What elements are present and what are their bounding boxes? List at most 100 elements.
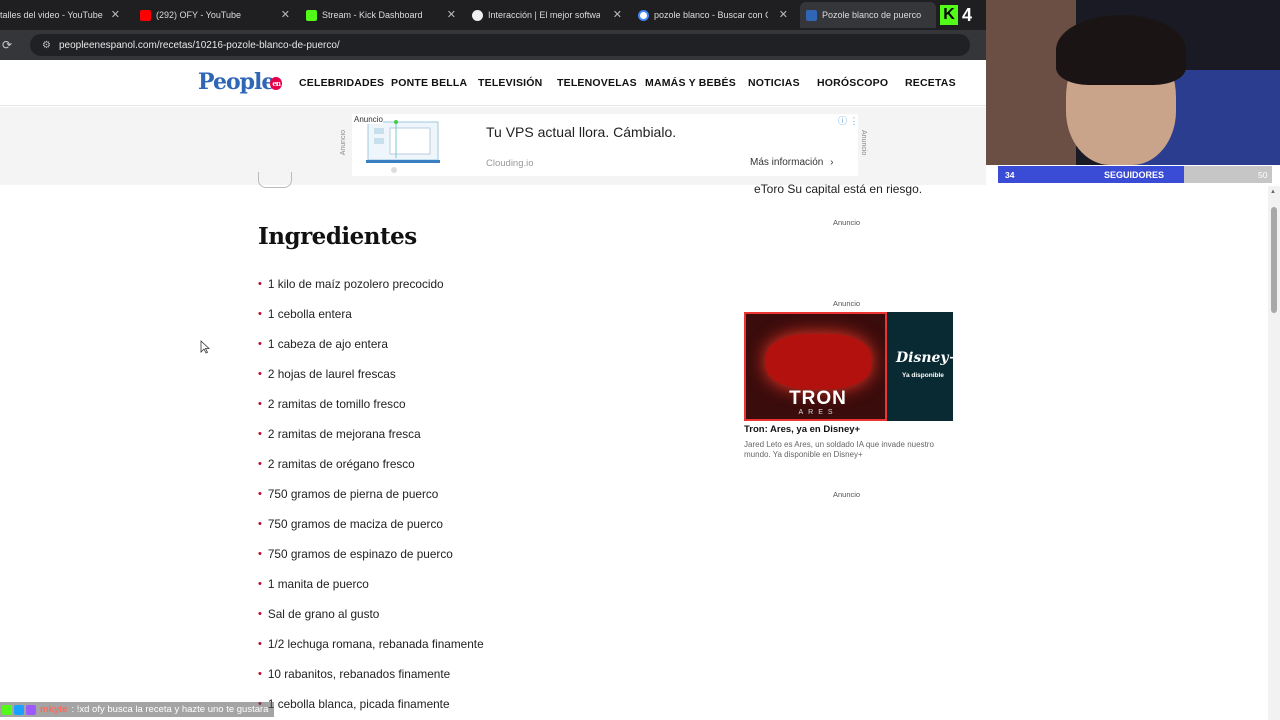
ingredient-text: 1/2 lechuga romana, rebanada finamente xyxy=(267,637,484,651)
people-icon xyxy=(806,9,817,21)
interaccion-icon xyxy=(472,9,483,21)
close-icon[interactable]: ✕ xyxy=(281,8,290,21)
ingredient-text: 1 cebolla blanca, picada finamente xyxy=(267,697,450,711)
ingredient-text: 2 ramitas de mejorana fresca xyxy=(267,427,421,441)
nav-mamas-y-bebes[interactable]: MAMÁS Y BEBÉS xyxy=(645,77,736,89)
nav-television[interactable]: TELEVISIÓN xyxy=(478,77,542,89)
promo-description: Jared Leto es Ares, un soldado IA que in… xyxy=(744,440,934,459)
kick-k-icon: K xyxy=(940,5,958,25)
bullet-icon: • xyxy=(258,368,262,380)
partial-icon xyxy=(258,172,292,188)
mouse-cursor-icon xyxy=(200,340,210,354)
ingredient-item: • 2 ramitas de mejorana fresca xyxy=(258,425,484,455)
ingredient-item: • 1 cabeza de ajo entera xyxy=(258,335,484,365)
logo-text: People xyxy=(198,69,275,95)
tron-poster: TRON ARES xyxy=(744,312,887,421)
close-icon[interactable]: ✕ xyxy=(447,8,456,21)
close-icon[interactable]: ✕ xyxy=(779,8,788,21)
tab-interaccion[interactable]: Interacción | El mejor software ✕ xyxy=(472,4,630,26)
ad-more-label: Más información xyxy=(750,157,824,168)
webcam-overlay xyxy=(986,0,1280,165)
site-header: Peopleen CELEBRIDADES PONTE BELLA TELEVI… xyxy=(0,60,986,106)
ingredient-text: 750 gramos de pierna de puerco xyxy=(267,487,439,501)
tab-title: pozole blanco - Buscar con Go xyxy=(654,10,768,20)
ingredient-text: 10 rabanitos, rebanados finamente xyxy=(267,667,451,681)
people-logo[interactable]: Peopleen xyxy=(198,69,282,95)
tab-kick-dashboard[interactable]: Stream - Kick Dashboard ✕ xyxy=(306,4,464,26)
tab-pozole-active[interactable]: Pozole blanco de puerco xyxy=(800,2,936,28)
ad-label: Anuncio xyxy=(833,299,861,308)
bullet-icon: • xyxy=(258,578,262,590)
kick-icon xyxy=(306,9,317,21)
scroll-up-arrow-icon[interactable]: ▲ xyxy=(1270,189,1276,195)
ingredient-item: • 1 manita de puerco xyxy=(258,575,484,605)
nav-ponte-bella[interactable]: PONTE BELLA xyxy=(391,77,467,89)
ingredient-text: 2 hojas de laurel frescas xyxy=(267,367,396,381)
ingredient-item: • 750 gramos de pierna de puerco xyxy=(258,485,484,515)
ingredient-item: • 1 kilo de maíz pozolero precocido xyxy=(258,275,484,305)
bullet-icon: • xyxy=(258,398,262,410)
ingredient-text: 1 cebolla entera xyxy=(267,307,352,321)
close-icon[interactable]: ✕ xyxy=(613,8,622,21)
subscriber-badge-icon xyxy=(2,704,12,715)
ad-more-info-link[interactable]: Más información › xyxy=(750,157,833,168)
ares-subtitle: ARES xyxy=(798,409,838,416)
tab-title: talles del video - YouTube St xyxy=(0,10,104,20)
ingredient-text: 1 kilo de maíz pozolero precocido xyxy=(267,277,444,291)
reload-icon[interactable]: ⟳ xyxy=(2,38,16,52)
chat-username: mkyte xyxy=(40,704,68,715)
ingredient-item: • Sal de grano al gusto xyxy=(258,605,484,635)
bullet-icon: • xyxy=(258,638,262,650)
chat-badges xyxy=(2,704,36,715)
browser-tab-bar: talles del video - YouTube St ✕ (292) OF… xyxy=(0,0,986,30)
ingredient-item: • 750 gramos de maciza de puerco xyxy=(258,515,484,545)
tab-youtube[interactable]: (292) OFY - YouTube ✕ xyxy=(140,4,298,26)
nav-noticias[interactable]: NOTICIAS xyxy=(748,77,800,89)
ad-headline[interactable]: Tu VPS actual llora. Cámbialo. xyxy=(486,124,676,140)
ad-source: Clouding.io xyxy=(486,158,534,169)
bullet-icon: • xyxy=(258,278,262,290)
ingredient-item: • 750 gramos de espinazo de puerco xyxy=(258,545,484,575)
nav-celebridades[interactable]: CELEBRIDADES xyxy=(299,77,384,89)
ingredients-heading: Ingredientes xyxy=(258,223,417,250)
tab-youtube-studio[interactable]: talles del video - YouTube St ✕ xyxy=(0,4,128,26)
tab-title: Pozole blanco de puerco xyxy=(822,10,922,20)
ingredient-text: Sal de grano al gusto xyxy=(267,607,380,621)
bullet-icon: • xyxy=(258,428,262,440)
chat-text: : !xd ofy busca la receta y hazte uno te… xyxy=(71,704,269,715)
logo-badge: en xyxy=(270,76,282,90)
ingredient-item: •1 cebolla blanca, picada finamente xyxy=(258,695,484,720)
chevron-right-icon: › xyxy=(830,157,834,168)
bullet-icon: • xyxy=(258,608,262,620)
ad-tag: Anuncio xyxy=(354,115,383,124)
ad-thumbnail xyxy=(366,120,440,173)
ad-side-label: Anuncio xyxy=(860,130,867,156)
poster-glow xyxy=(766,334,871,389)
ingredients-list: • 1 kilo de maíz pozolero precocido • 1 ceb… xyxy=(258,275,484,720)
nav-horoscopo[interactable]: HORÓSCOPO xyxy=(817,77,888,89)
url-input[interactable]: ⚙ peopleenespanol.com/recetas/10216-pozo… xyxy=(30,34,970,56)
nav-recetas[interactable]: RECETAS xyxy=(905,77,956,89)
nav-telenovelas[interactable]: TELENOVELAS xyxy=(557,77,637,89)
disney-promo-image[interactable]: TRON ARES Disney+ Ya disponible xyxy=(744,312,953,421)
disney-plus-logo: Disney+ xyxy=(896,350,953,366)
kick-logo: K 4 xyxy=(940,4,984,26)
ingredient-item: • 1/2 lechuga romana, rebanada finamente xyxy=(258,635,484,665)
ingredient-item: • 2 ramitas de orégano fresco xyxy=(258,455,484,485)
address-bar: ⟳ ⚙ peopleenespanol.com/recetas/10216-po… xyxy=(0,30,986,60)
site-info-icon[interactable]: ⚙ xyxy=(42,40,51,51)
tab-title: Interacción | El mejor software xyxy=(488,10,600,20)
close-icon[interactable]: ✕ xyxy=(111,8,120,21)
followers-label: SEGUIDORES xyxy=(1104,170,1165,180)
etoro-ad-text: eToro Su capital está en riesgo. xyxy=(754,182,923,196)
promo-title[interactable]: Tron: Ares, ya en Disney+ xyxy=(744,424,860,435)
tab-title: Stream - Kick Dashboard xyxy=(322,10,423,20)
tab-google-search[interactable]: pozole blanco - Buscar con Go ✕ xyxy=(638,4,796,26)
scrollbar-thumb[interactable] xyxy=(1271,207,1277,313)
bullet-icon: • xyxy=(258,308,262,320)
ad-side-label: Anuncio xyxy=(340,130,347,156)
ad-info-icon[interactable]: ⓘ ⋮ xyxy=(838,114,859,127)
ingredient-item: • 2 hojas de laurel frescas xyxy=(258,365,484,395)
ingredient-text: 2 ramitas de tomillo fresco xyxy=(267,397,406,411)
disney-availability: Ya disponible xyxy=(902,372,944,379)
